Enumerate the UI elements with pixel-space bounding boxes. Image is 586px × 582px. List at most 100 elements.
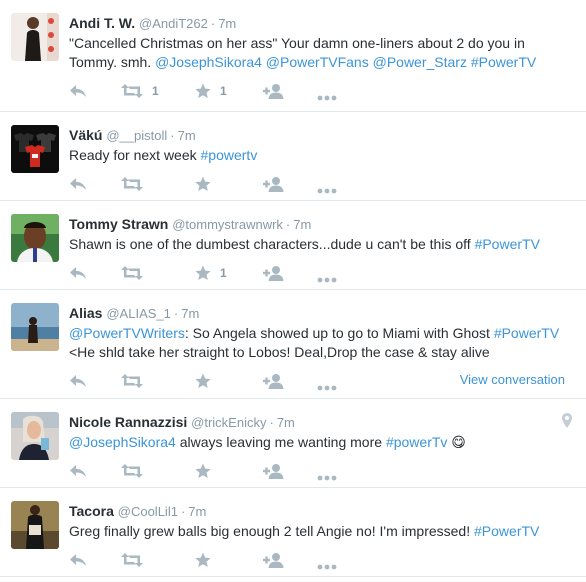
fullname[interactable]: Nicole Rannazzisi [69, 414, 187, 430]
more-options-button[interactable] [317, 468, 337, 488]
follow-button[interactable] [263, 461, 285, 481]
tweet-actions [69, 174, 576, 198]
username[interactable]: @AndiT262 [139, 16, 208, 31]
tweet-text: Ready for next week #powertv [69, 146, 576, 165]
tweet-text-segment: Greg finally grew balls big enough 2 tel… [69, 523, 475, 539]
tweet-actions: View conversation [69, 371, 576, 395]
favorite-button[interactable] [195, 550, 211, 570]
reply-icon [69, 84, 87, 98]
fullname[interactable]: Tommy Strawn [69, 216, 168, 232]
timestamp[interactable]: 7m [188, 504, 206, 519]
tweet[interactable]: Tommy Strawn @tommystrawnwrk · 7m Shawn is … [0, 201, 586, 290]
tweet[interactable]: Andi T. W. @AndiT262 · 7m "Cancelled Christ… [0, 0, 586, 112]
favorite-button[interactable] [195, 371, 211, 391]
more-options-button[interactable] [317, 88, 337, 108]
reply-button[interactable] [69, 461, 87, 481]
follow-button[interactable] [263, 550, 285, 570]
retweet-button[interactable] [121, 550, 143, 570]
retweet-button[interactable] [121, 174, 143, 194]
more-options-button[interactable] [317, 181, 337, 201]
tweet-text: @JosephSikora4 always leaving me wanting… [69, 433, 576, 452]
separator-dot: · [180, 504, 186, 519]
retweet-button[interactable]: 1 [121, 81, 159, 101]
favorite-button[interactable]: 1 [195, 263, 227, 283]
avatar[interactable] [11, 412, 59, 460]
mention-link[interactable]: @PowerTVFans [266, 54, 369, 70]
retweet-icon [121, 464, 143, 478]
timestamp[interactable]: 7m [178, 128, 196, 143]
reply-button[interactable] [69, 550, 87, 570]
tweet-text: Greg finally grew balls big enough 2 tel… [69, 522, 576, 541]
avatar[interactable] [11, 13, 59, 61]
follow-icon [263, 373, 285, 389]
fullname[interactable]: Tacora [69, 503, 114, 519]
fullname[interactable]: Andi T. W. [69, 15, 135, 31]
avatar[interactable] [11, 501, 59, 549]
retweet-button[interactable] [121, 461, 143, 481]
mention-link[interactable]: @JosephSikora4 [155, 54, 262, 70]
tweet-text: "Cancelled Christmas on her ass" Your da… [69, 34, 576, 72]
reply-button[interactable] [69, 81, 87, 101]
tweet[interactable]: Väkú @__pistoll · 7m Ready for next week #p… [0, 112, 586, 201]
mention-link[interactable]: @PowerTVWriters [69, 325, 185, 341]
retweet-button[interactable] [121, 371, 143, 391]
mention-link[interactable]: @JosephSikora4 [69, 434, 176, 450]
tweet[interactable]: Alias @ALIAS_1 · 7m @PowerTVWriters: So Ang… [0, 290, 586, 399]
tweet[interactable]: Tacora @CoolLil1 · 7m Greg finally grew bal… [0, 488, 586, 577]
reply-button[interactable] [69, 263, 87, 283]
tweet-text-segment: Shawn is one of the dumbest characters..… [69, 236, 475, 252]
follow-button[interactable] [263, 263, 285, 283]
view-conversation-link[interactable]: View conversation [460, 372, 565, 387]
username[interactable]: @tommystrawnwrk [172, 217, 283, 232]
tweet-header: Alias @ALIAS_1 · 7m [69, 290, 576, 322]
follow-button[interactable] [263, 174, 285, 194]
tweet-header: Nicole Rannazzisi @trickEnicky · 7m [69, 399, 576, 431]
favorite-button[interactable] [195, 461, 211, 481]
timestamp[interactable]: 7m [218, 16, 236, 31]
username[interactable]: @CoolLil1 [118, 504, 178, 519]
more-icon [317, 95, 337, 101]
hashtag-link[interactable]: #PowerTV [475, 236, 540, 252]
retweet-icon [121, 84, 143, 98]
avatar[interactable] [11, 214, 59, 262]
avatar[interactable] [11, 303, 59, 351]
tweet-text-segment: 😋 [447, 434, 466, 450]
more-options-button[interactable] [317, 270, 337, 290]
tweet-text: Shawn is one of the dumbest characters..… [69, 235, 576, 254]
fullname[interactable]: Väkú [69, 127, 102, 143]
timestamp[interactable]: 7m [277, 415, 295, 430]
username[interactable]: @trickEnicky [191, 415, 266, 430]
reply-button[interactable] [69, 371, 87, 391]
fullname[interactable]: Alias [69, 305, 102, 321]
tweet-header: Tommy Strawn @tommystrawnwrk · 7m [69, 201, 576, 233]
username[interactable]: @__pistoll [106, 128, 167, 143]
tweet-text-segment: <He shld take her straight to Lobos! Dea… [69, 344, 490, 360]
username[interactable]: @ALIAS_1 [106, 306, 171, 321]
mention-link[interactable]: @Power_Starz [373, 54, 467, 70]
follow-button[interactable] [263, 371, 285, 391]
tweet-header: Andi T. W. @AndiT262 · 7m [69, 0, 576, 32]
retweet-button[interactable] [121, 263, 143, 283]
timestamp[interactable]: 7m [293, 217, 311, 232]
hashtag-link[interactable]: #powerTv [386, 434, 447, 450]
hashtag-link[interactable]: #PowerTV [471, 54, 536, 70]
hashtag-link[interactable]: #PowerTV [494, 325, 559, 341]
timestamp[interactable]: 7m [181, 306, 199, 321]
favorite-button[interactable]: 1 [195, 81, 227, 101]
tweet[interactable]: Nicole Rannazzisi @trickEnicky · 7m @Joseph… [0, 399, 586, 488]
reply-icon [69, 553, 87, 567]
more-options-button[interactable] [317, 378, 337, 398]
follow-button[interactable] [263, 81, 285, 101]
tweet-actions: 1 [69, 263, 576, 287]
tweet-text-segment: Ready for next week [69, 147, 201, 163]
favorite-button[interactable] [195, 174, 211, 194]
hashtag-link[interactable]: #powertv [201, 147, 258, 163]
reply-button[interactable] [69, 174, 87, 194]
more-icon [317, 188, 337, 194]
more-options-button[interactable] [317, 557, 337, 577]
separator-dot: · [285, 217, 291, 232]
location-pin-icon [562, 413, 572, 433]
retweet-icon [121, 266, 143, 280]
hashtag-link[interactable]: #PowerTV [474, 523, 539, 539]
avatar[interactable] [11, 125, 59, 173]
